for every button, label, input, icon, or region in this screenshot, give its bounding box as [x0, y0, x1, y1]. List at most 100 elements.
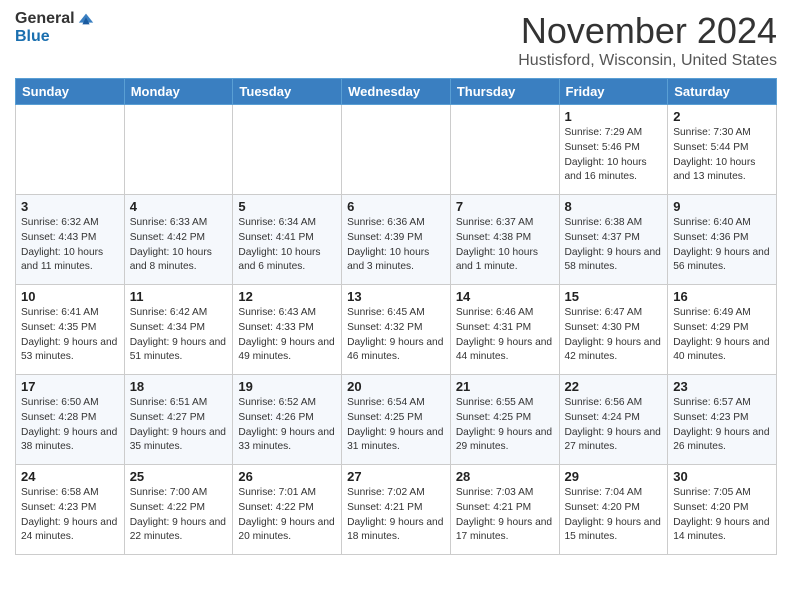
calendar-cell: 27Sunrise: 7:02 AMSunset: 4:21 PMDayligh…	[342, 465, 451, 555]
page-header: General Blue November 2024 Hustisford, W…	[15, 10, 777, 70]
day-info: Sunrise: 6:55 AMSunset: 4:25 PMDaylight:…	[456, 396, 554, 455]
day-number: 6	[347, 199, 445, 214]
day-info: Sunrise: 6:51 AMSunset: 4:27 PMDaylight:…	[130, 396, 228, 455]
weekday-header-sunday: Sunday	[16, 79, 125, 105]
day-number: 17	[21, 379, 119, 394]
day-number: 16	[673, 289, 771, 304]
day-number: 11	[130, 289, 228, 304]
day-info: Sunrise: 6:34 AMSunset: 4:41 PMDaylight:…	[238, 216, 336, 275]
day-info: Sunrise: 6:50 AMSunset: 4:28 PMDaylight:…	[21, 396, 119, 455]
day-info: Sunrise: 6:52 AMSunset: 4:26 PMDaylight:…	[238, 396, 336, 455]
day-number: 19	[238, 379, 336, 394]
weekday-header-tuesday: Tuesday	[233, 79, 342, 105]
day-number: 14	[456, 289, 554, 304]
day-number: 10	[21, 289, 119, 304]
day-info: Sunrise: 6:40 AMSunset: 4:36 PMDaylight:…	[673, 216, 771, 275]
day-info: Sunrise: 6:42 AMSunset: 4:34 PMDaylight:…	[130, 306, 228, 365]
day-number: 7	[456, 199, 554, 214]
calendar-cell: 29 Sunrise: 7:04 AMSunset: 4:20 PMDayligh…	[559, 465, 668, 555]
day-info: Sunrise: 6:47 AMSunset: 4:30 PMDaylight:…	[565, 306, 663, 365]
calendar-cell: 10 Sunrise: 6:41 AMSunset: 4:35 PMDayligh…	[16, 285, 125, 375]
calendar-cell: 3 Sunrise: 6:32 AMSunset: 4:43 PMDaylight…	[16, 195, 125, 285]
day-number: 21	[456, 379, 554, 394]
location-text: Hustisford, Wisconsin, United States	[518, 52, 777, 70]
day-info: Sunrise: 6:58 AMSunset: 4:23 PMDaylight:…	[21, 486, 119, 545]
day-number: 27	[347, 469, 445, 484]
day-number: 9	[673, 199, 771, 214]
calendar-cell: 6 Sunrise: 6:36 AMSunset: 4:39 PMDaylight…	[342, 195, 451, 285]
calendar-cell: 11 Sunrise: 6:42 AMSunset: 4:34 PMDayligh…	[124, 285, 233, 375]
day-info: Sunrise: 6:57 AMSunset: 4:23 PMDaylight:…	[673, 396, 771, 455]
calendar-cell: 15 Sunrise: 6:47 AMSunset: 4:30 PMDayligh…	[559, 285, 668, 375]
calendar-cell	[342, 105, 451, 195]
calendar-cell: 4Sunrise: 6:33 AMSunset: 4:42 PMDaylight…	[124, 195, 233, 285]
calendar-cell: 2 Sunrise: 7:30 AMSunset: 5:44 PMDaylight…	[668, 105, 777, 195]
day-info: Sunrise: 6:41 AMSunset: 4:35 PMDaylight:…	[21, 306, 119, 365]
weekday-header-friday: Friday	[559, 79, 668, 105]
day-number: 25	[130, 469, 228, 484]
logo: General Blue	[15, 10, 95, 46]
logo-general-text: General	[15, 10, 75, 28]
day-info: Sunrise: 7:30 AMSunset: 5:44 PMDaylight:…	[673, 126, 771, 185]
day-number: 23	[673, 379, 771, 394]
day-info: Sunrise: 7:00 AMSunset: 4:22 PMDaylight:…	[130, 486, 228, 545]
day-info: Sunrise: 7:29 AMSunset: 5:46 PMDaylight:…	[565, 126, 663, 185]
day-number: 20	[347, 379, 445, 394]
day-number: 12	[238, 289, 336, 304]
calendar-cell: 16Sunrise: 6:49 AMSunset: 4:29 PMDayligh…	[668, 285, 777, 375]
day-number: 3	[21, 199, 119, 214]
calendar-cell: 8 Sunrise: 6:38 AMSunset: 4:37 PMDaylight…	[559, 195, 668, 285]
calendar-cell	[16, 105, 125, 195]
weekday-header-thursday: Thursday	[450, 79, 559, 105]
calendar-week-row: 10 Sunrise: 6:41 AMSunset: 4:35 PMDayligh…	[16, 285, 777, 375]
day-info: Sunrise: 7:04 AMSunset: 4:20 PMDaylight:…	[565, 486, 663, 545]
calendar-cell: 9 Sunrise: 6:40 AMSunset: 4:36 PMDaylight…	[668, 195, 777, 285]
day-number: 5	[238, 199, 336, 214]
calendar-cell: 24 Sunrise: 6:58 AMSunset: 4:23 PMDayligh…	[16, 465, 125, 555]
day-number: 8	[565, 199, 663, 214]
day-number: 26	[238, 469, 336, 484]
calendar-cell: 5 Sunrise: 6:34 AMSunset: 4:41 PMDaylight…	[233, 195, 342, 285]
calendar-cell	[450, 105, 559, 195]
day-number: 24	[21, 469, 119, 484]
day-number: 29	[565, 469, 663, 484]
day-info: Sunrise: 6:46 AMSunset: 4:31 PMDaylight:…	[456, 306, 554, 365]
calendar-cell: 21 Sunrise: 6:55 AMSunset: 4:25 PMDayligh…	[450, 375, 559, 465]
calendar-week-row: 1 Sunrise: 7:29 AMSunset: 5:46 PMDaylight…	[16, 105, 777, 195]
weekday-header-row: SundayMondayTuesdayWednesdayThursdayFrid…	[16, 79, 777, 105]
calendar-cell: 30Sunrise: 7:05 AMSunset: 4:20 PMDayligh…	[668, 465, 777, 555]
weekday-header-saturday: Saturday	[668, 79, 777, 105]
day-number: 22	[565, 379, 663, 394]
calendar-cell: 7 Sunrise: 6:37 AMSunset: 4:38 PMDaylight…	[450, 195, 559, 285]
calendar-cell: 12 Sunrise: 6:43 AMSunset: 4:33 PMDayligh…	[233, 285, 342, 375]
calendar-cell	[124, 105, 233, 195]
month-title: November 2024	[518, 10, 777, 52]
calendar-table: SundayMondayTuesdayWednesdayThursdayFrid…	[15, 78, 777, 555]
day-info: Sunrise: 6:37 AMSunset: 4:38 PMDaylight:…	[456, 216, 554, 275]
calendar-cell: 19 Sunrise: 6:52 AMSunset: 4:26 PMDayligh…	[233, 375, 342, 465]
day-number: 1	[565, 109, 663, 124]
title-area: November 2024 Hustisford, Wisconsin, Uni…	[518, 10, 777, 70]
calendar-cell: 26 Sunrise: 7:01 AMSunset: 4:22 PMDayligh…	[233, 465, 342, 555]
day-info: Sunrise: 6:38 AMSunset: 4:37 PMDaylight:…	[565, 216, 663, 275]
day-info: Sunrise: 6:43 AMSunset: 4:33 PMDaylight:…	[238, 306, 336, 365]
day-number: 2	[673, 109, 771, 124]
calendar-cell: 22 Sunrise: 6:56 AMSunset: 4:24 PMDayligh…	[559, 375, 668, 465]
day-number: 18	[130, 379, 228, 394]
day-info: Sunrise: 7:01 AMSunset: 4:22 PMDaylight:…	[238, 486, 336, 545]
day-info: Sunrise: 6:54 AMSunset: 4:25 PMDaylight:…	[347, 396, 445, 455]
calendar-cell: 28Sunrise: 7:03 AMSunset: 4:21 PMDayligh…	[450, 465, 559, 555]
weekday-header-wednesday: Wednesday	[342, 79, 451, 105]
calendar-cell: 17 Sunrise: 6:50 AMSunset: 4:28 PMDayligh…	[16, 375, 125, 465]
logo-blue-text: Blue	[15, 28, 50, 46]
day-info: Sunrise: 6:32 AMSunset: 4:43 PMDaylight:…	[21, 216, 119, 275]
calendar-week-row: 24 Sunrise: 6:58 AMSunset: 4:23 PMDayligh…	[16, 465, 777, 555]
calendar-week-row: 17 Sunrise: 6:50 AMSunset: 4:28 PMDayligh…	[16, 375, 777, 465]
day-info: Sunrise: 6:56 AMSunset: 4:24 PMDaylight:…	[565, 396, 663, 455]
day-number: 13	[347, 289, 445, 304]
day-number: 15	[565, 289, 663, 304]
calendar-cell: 23 Sunrise: 6:57 AMSunset: 4:23 PMDayligh…	[668, 375, 777, 465]
day-info: Sunrise: 6:36 AMSunset: 4:39 PMDaylight:…	[347, 216, 445, 275]
calendar-cell: 1 Sunrise: 7:29 AMSunset: 5:46 PMDaylight…	[559, 105, 668, 195]
calendar-cell: 20 Sunrise: 6:54 AMSunset: 4:25 PMDayligh…	[342, 375, 451, 465]
